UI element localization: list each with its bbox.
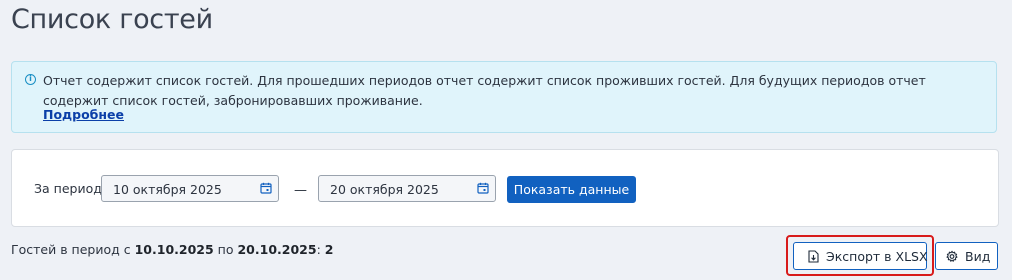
guest-summary: Гостей в период с 10.10.2025 по 20.10.20… <box>11 242 333 257</box>
filter-panel: За период: 10 октября 2025 — 20 октября … <box>11 149 999 227</box>
export-xlsx-button[interactable]: Экспорт в XLSX <box>793 242 928 270</box>
file-download-icon <box>808 250 819 263</box>
summary-date-to: 20.10.2025 <box>237 242 317 257</box>
summary-colon: : <box>316 242 321 257</box>
period-label: За период: <box>34 181 107 196</box>
export-label: Экспорт в XLSX <box>826 249 928 264</box>
summary-date-from: 10.10.2025 <box>134 242 214 257</box>
date-from-value: 10 октября 2025 <box>113 182 222 197</box>
show-data-button[interactable]: Показать данные <box>507 176 636 203</box>
summary-mid: по <box>217 242 234 257</box>
gear-icon <box>946 250 958 262</box>
view-button[interactable]: Вид <box>935 242 998 270</box>
date-to-value: 20 октября 2025 <box>330 182 439 197</box>
info-banner: i Отчет содержит список гостей. Для прош… <box>11 61 997 133</box>
page-title: Список гостей <box>11 4 213 35</box>
date-separator: — <box>294 183 307 198</box>
calendar-icon[interactable] <box>477 182 489 194</box>
view-label: Вид <box>965 249 991 264</box>
info-text: Отчет содержит список гостей. Для прошед… <box>43 73 926 108</box>
summary-prefix: Гостей в период с <box>11 242 131 257</box>
summary-count: 2 <box>324 242 334 257</box>
date-to-field[interactable]: 20 октября 2025 <box>318 175 496 202</box>
calendar-icon[interactable] <box>260 182 272 194</box>
info-icon: i <box>25 74 36 85</box>
more-link[interactable]: Подробнее <box>43 107 124 122</box>
date-from-field[interactable]: 10 октября 2025 <box>101 175 279 202</box>
